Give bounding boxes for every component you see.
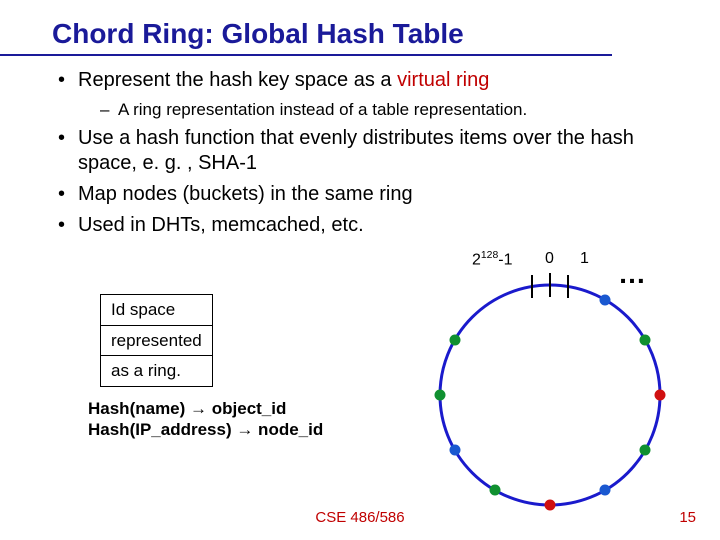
bullet-1: Represent the hash key space as a virtua… <box>52 68 690 120</box>
label-one: 1 <box>580 250 589 268</box>
label-max-suffix: -1 <box>498 251 512 268</box>
ring-svg <box>420 260 680 520</box>
footer-course: CSE 486/586 <box>0 509 720 526</box>
node-green-7 <box>490 485 501 496</box>
ellipsis: … <box>618 258 648 290</box>
sub-list: A ring representation instead of a table… <box>100 99 690 120</box>
label-zero: 0 <box>545 250 554 268</box>
bullet-list: Represent the hash key space as a virtua… <box>52 68 690 238</box>
bullet-4: Used in DHTs, memcached, etc. <box>52 213 690 238</box>
idbox-line-3: as a ring. <box>101 356 212 386</box>
sub-bullet-1: A ring representation instead of a table… <box>100 99 690 120</box>
node-red-3 <box>655 390 666 401</box>
node-green-9 <box>435 390 446 401</box>
idbox-line-2: represented <box>101 326 212 357</box>
label-max-base: 2 <box>472 251 481 268</box>
label-max: 2128-1 <box>472 250 512 269</box>
bullet-1-text: Represent the hash key space as a <box>78 69 397 91</box>
id-space-box: Id space represented as a ring. <box>100 294 213 387</box>
bullet-1-emph: virtual ring <box>397 69 489 91</box>
hash-line-2: Hash(IP_address) → node_id <box>88 419 323 440</box>
bullet-2: Use a hash function that evenly distribu… <box>52 126 690 176</box>
bullet-3: Map nodes (buckets) in the same ring <box>52 182 690 207</box>
node-green-2 <box>640 335 651 346</box>
node-blue-8 <box>450 445 461 456</box>
slide-content: Represent the hash key space as a virtua… <box>0 68 720 238</box>
node-green-10 <box>450 335 461 346</box>
node-blue-5 <box>600 485 611 496</box>
hash-functions: Hash(name) → object_id Hash(IP_address) … <box>88 398 323 441</box>
page-number: 15 <box>679 509 696 526</box>
slide-title: Chord Ring: Global Hash Table <box>0 0 612 56</box>
ring-circle <box>440 285 660 505</box>
label-max-exp: 128 <box>481 250 498 261</box>
node-green-4 <box>640 445 651 456</box>
node-blue-1 <box>600 295 611 306</box>
hash-line-1: Hash(name) → object_id <box>88 398 323 419</box>
chord-ring-diagram: 2128-1 0 1 … <box>420 260 680 520</box>
idbox-line-1: Id space <box>101 295 212 326</box>
